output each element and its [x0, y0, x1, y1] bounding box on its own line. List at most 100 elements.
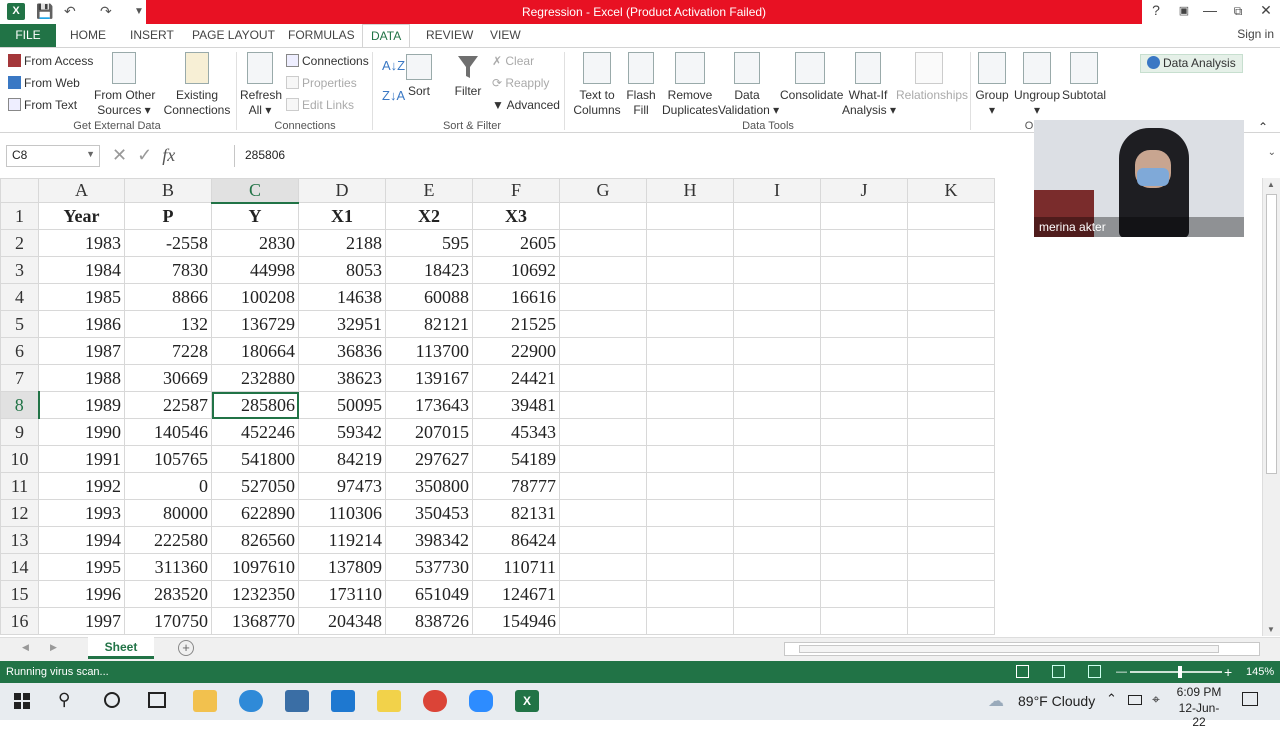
cell-d14[interactable]: 137809 [298, 553, 386, 581]
cell-e15[interactable]: 651049 [385, 580, 473, 608]
row-header-16[interactable]: 16 [0, 607, 39, 635]
what-if-analysis-button[interactable]: What-If Analysis ▾ [842, 52, 896, 118]
task-view-icon[interactable] [148, 692, 166, 708]
cell-i14[interactable] [733, 553, 821, 581]
cell-b5[interactable]: 132 [124, 310, 212, 338]
cell-f11[interactable]: 78777 [472, 472, 560, 500]
tab-data[interactable]: DATA [362, 24, 411, 48]
cell-b12[interactable]: 80000 [124, 499, 212, 527]
cortana-icon[interactable] [104, 692, 120, 708]
cell-b9[interactable]: 140546 [124, 418, 212, 446]
cell-a11[interactable]: 1992 [38, 472, 125, 500]
cell-g15[interactable] [559, 580, 647, 608]
clock-time[interactable]: 6:09 PM [1174, 685, 1224, 699]
row-header-15[interactable]: 15 [0, 580, 39, 608]
cell-g5[interactable] [559, 310, 647, 338]
cell-b2[interactable]: -2558 [124, 229, 212, 257]
row-header-12[interactable]: 12 [0, 499, 39, 527]
mail-icon[interactable] [331, 690, 355, 712]
cell-k12[interactable] [907, 499, 995, 527]
edit-links-button[interactable]: Edit Links [286, 98, 354, 113]
tab-page-layout[interactable]: PAGE LAYOUT [184, 24, 283, 48]
column-header-k[interactable]: K [907, 178, 995, 203]
cell-g7[interactable] [559, 364, 647, 392]
cell-h13[interactable] [646, 526, 734, 554]
cell-j16[interactable] [820, 607, 908, 635]
cell-c9[interactable]: 452246 [211, 418, 299, 446]
cell-d7[interactable]: 38623 [298, 364, 386, 392]
cell-f10[interactable]: 54189 [472, 445, 560, 473]
cell-j7[interactable] [820, 364, 908, 392]
cell-g16[interactable] [559, 607, 647, 635]
data-analysis-button[interactable]: Data Analysis [1140, 54, 1243, 73]
zoom-slider-thumb[interactable] [1178, 666, 1182, 678]
cell-a14[interactable]: 1995 [38, 553, 125, 581]
cell-f9[interactable]: 45343 [472, 418, 560, 446]
column-header-a[interactable]: A [38, 178, 125, 203]
cell-h14[interactable] [646, 553, 734, 581]
tab-formulas[interactable]: FORMULAS [280, 24, 363, 48]
enter-icon[interactable]: ✓ [137, 145, 152, 165]
cell-j10[interactable] [820, 445, 908, 473]
cell-a16[interactable]: 1997 [38, 607, 125, 635]
cell-k3[interactable] [907, 256, 995, 284]
page-layout-view-icon[interactable] [1052, 665, 1065, 678]
horizontal-scroll-thumb[interactable] [799, 645, 1219, 653]
cell-j3[interactable] [820, 256, 908, 284]
cell-k7[interactable] [907, 364, 995, 392]
cell-i9[interactable] [733, 418, 821, 446]
cell-a4[interactable]: 1985 [38, 283, 125, 311]
weather-text[interactable]: 89°F Cloudy [1018, 693, 1095, 709]
store-icon[interactable] [285, 690, 309, 712]
cell-e7[interactable]: 139167 [385, 364, 473, 392]
cell-b4[interactable]: 8866 [124, 283, 212, 311]
cell-a10[interactable]: 1991 [38, 445, 125, 473]
row-header-10[interactable]: 10 [0, 445, 39, 473]
zoom-level[interactable]: 145% [1246, 661, 1274, 683]
tab-file[interactable]: FILE [0, 24, 56, 48]
cell-b3[interactable]: 7830 [124, 256, 212, 284]
cell-i6[interactable] [733, 337, 821, 365]
cell-a1[interactable]: Year [38, 202, 125, 230]
excel-taskbar-icon[interactable]: X [515, 690, 539, 712]
cell-i1[interactable] [733, 202, 821, 230]
sheet-tab[interactable]: Sheet [88, 637, 154, 659]
cell-c6[interactable]: 180664 [211, 337, 299, 365]
cell-h4[interactable] [646, 283, 734, 311]
cell-b14[interactable]: 311360 [124, 553, 212, 581]
cell-f8[interactable]: 39481 [472, 391, 560, 419]
cell-i7[interactable] [733, 364, 821, 392]
cell-j1[interactable] [820, 202, 908, 230]
scroll-down-icon[interactable]: ▼ [1267, 625, 1275, 634]
cell-g2[interactable] [559, 229, 647, 257]
horizontal-scrollbar[interactable] [784, 642, 1260, 656]
cell-d5[interactable]: 32951 [298, 310, 386, 338]
cell-j12[interactable] [820, 499, 908, 527]
row-header-2[interactable]: 2 [0, 229, 39, 257]
cell-a9[interactable]: 1990 [38, 418, 125, 446]
cell-i8[interactable] [733, 391, 821, 419]
row-header-5[interactable]: 5 [0, 310, 39, 338]
cell-h1[interactable] [646, 202, 734, 230]
row-header-14[interactable]: 14 [0, 553, 39, 581]
redo-icon[interactable]: ↷ [100, 3, 112, 20]
cell-i13[interactable] [733, 526, 821, 554]
zoom-slider[interactable] [1130, 671, 1222, 673]
scroll-up-icon[interactable]: ▲ [1267, 180, 1275, 189]
cell-i3[interactable] [733, 256, 821, 284]
cell-b10[interactable]: 105765 [124, 445, 212, 473]
search-icon[interactable]: ⚲ [58, 690, 70, 710]
cell-e8[interactable]: 173643 [385, 391, 473, 419]
subtotal-button[interactable]: Subtotal [1062, 52, 1106, 103]
cell-b8[interactable]: 22587 [124, 391, 212, 419]
connections-button[interactable]: Connections [286, 54, 369, 69]
cell-a5[interactable]: 1986 [38, 310, 125, 338]
cell-b7[interactable]: 30669 [124, 364, 212, 392]
cell-e14[interactable]: 537730 [385, 553, 473, 581]
cell-d9[interactable]: 59342 [298, 418, 386, 446]
relationships-button[interactable]: Relationships [896, 52, 968, 103]
cell-g10[interactable] [559, 445, 647, 473]
file-explorer-icon[interactable] [193, 690, 217, 712]
properties-button[interactable]: Properties [286, 76, 357, 91]
cell-h16[interactable] [646, 607, 734, 635]
